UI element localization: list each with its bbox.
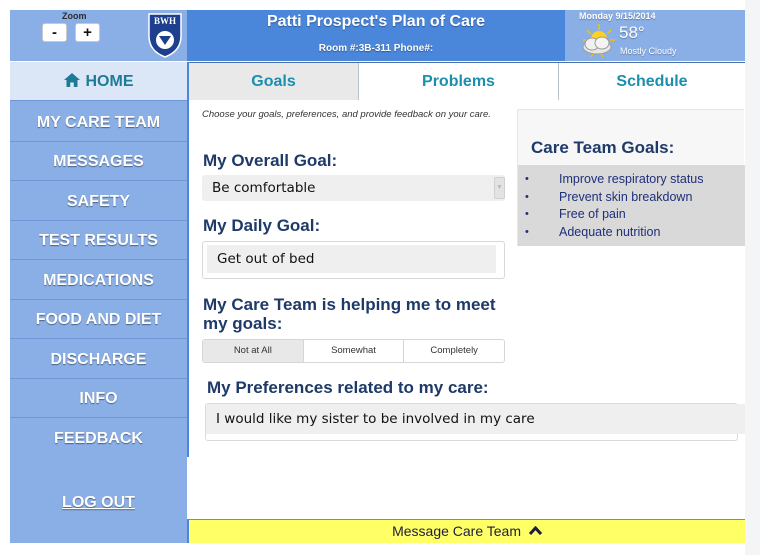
care-team-goals-list: • Improve respiratory status • Prevent ski… — [518, 165, 745, 246]
overall-goal-value: Be comfortable — [212, 180, 316, 196]
content-tabs: Goals Problems Schedule — [189, 62, 745, 100]
care-team-helping-rating: Not at All Somewhat Completely — [202, 339, 505, 363]
sidebar-item-label: MESSAGES — [53, 153, 144, 170]
partly-cloudy-icon — [582, 24, 615, 58]
goal-text: Prevent skin breakdown — [559, 189, 693, 204]
page-title: Patti Prospect's Plan of Care — [266, 13, 486, 30]
sidebar-item-food-and-diet[interactable]: FOOD AND DIET — [10, 300, 187, 339]
daily-goal-value: Get out of bed — [207, 245, 496, 273]
sidebar-item-discharge[interactable]: DISCHARGE — [10, 340, 187, 379]
list-item: • Prevent skin breakdown — [518, 189, 745, 207]
tab-goals[interactable]: Goals — [189, 63, 359, 100]
rating-somewhat-button[interactable]: Somewhat — [304, 340, 405, 362]
bwh-logo-icon: BWH — [148, 13, 182, 58]
list-item: • Free of pain — [518, 206, 745, 224]
sidebar-item-label: FOOD AND DIET — [35, 311, 162, 328]
care-team-goals-panel: Care Team Goals: • Improve respiratory st… — [517, 109, 745, 246]
home-icon — [63, 73, 80, 87]
sidebar-divider — [187, 62, 189, 457]
header-title-area: Patti Prospect's Plan of Care Room #:3B-… — [187, 10, 565, 61]
sidebar-item-label: DISCHARGE — [50, 351, 147, 368]
list-item: • Improve respiratory status — [518, 171, 745, 189]
weather-date: Monday 9/15/2014 — [579, 11, 656, 21]
sidebar-item-label: INFO — [79, 390, 118, 407]
bullet-icon: • — [525, 208, 529, 220]
goal-text: Free of pain — [559, 207, 626, 221]
sidebar-item-label: SAFETY — [66, 193, 131, 210]
care-team-goals-title: Care Team Goals: — [531, 138, 675, 157]
zoom-label: Zoom — [62, 11, 87, 21]
sidebar-item-label: HOME — [85, 73, 134, 90]
sidebar-item-info[interactable]: INFO — [10, 379, 187, 418]
tab-problems[interactable]: Problems — [359, 63, 559, 100]
header-left: Zoom - + BWH — [10, 10, 187, 61]
sidebar-item-my-care-team[interactable]: MY CARE TEAM — [10, 103, 187, 142]
page-gutter — [745, 0, 760, 555]
sidebar-item-home[interactable]: HOME — [10, 62, 187, 101]
sidebar-item-label: TEST RESULTS — [39, 232, 158, 249]
weather-condition: Mostly Cloudy — [620, 46, 677, 56]
daily-goal-input[interactable]: Get out of bed — [202, 241, 505, 279]
zoom-out-button[interactable]: - — [42, 23, 67, 42]
weather-widget: Monday 9/15/2014 58° Mostly Cloudy — [565, 10, 745, 61]
sidebar-nav: HOME MY CARE TEAM MESSAGES SAFETY TEST R… — [10, 62, 187, 543]
list-item: • Adequate nutrition — [518, 224, 745, 242]
message-care-team-button[interactable]: Message Care Team — [187, 519, 745, 543]
zoom-in-button[interactable]: + — [75, 23, 100, 42]
message-care-team-label: Message Care Team — [392, 523, 522, 539]
bullet-icon: • — [525, 190, 529, 203]
sidebar-item-safety[interactable]: SAFETY — [10, 182, 187, 221]
sidebar-item-test-results[interactable]: TEST RESULTS — [10, 221, 187, 260]
tab-schedule[interactable]: Schedule — [559, 63, 745, 100]
sidebar-item-label: MEDICATIONS — [43, 272, 154, 289]
chevron-up-icon — [528, 526, 542, 535]
goal-text: Adequate nutrition — [559, 224, 661, 239]
preferences-heading: My Preferences related to my care: — [207, 378, 489, 397]
logo-text: BWH — [154, 16, 176, 26]
preferences-value: I would like my sister to be involved in… — [206, 404, 745, 434]
sidebar-item-feedback[interactable]: FEEDBACK — [10, 419, 187, 458]
bullet-icon: • — [525, 173, 529, 185]
room-phone-info: Room #:3B-311 Phone#: — [318, 43, 434, 54]
sidebar-item-messages[interactable]: MESSAGES — [10, 142, 187, 181]
logout-link[interactable]: LOG OUT — [10, 494, 187, 512]
care-team-helping-heading: My Care Team is helping me to meet my go… — [203, 295, 496, 333]
sidebar-item-label: MY CARE TEAM — [36, 114, 161, 131]
bullet-icon: • — [525, 225, 529, 238]
overall-goal-heading: My Overall Goal: — [203, 151, 338, 170]
sidebar-item-medications[interactable]: MEDICATIONS — [10, 261, 187, 300]
chevron-down-icon: ▼ — [494, 177, 505, 199]
rating-completely-button[interactable]: Completely — [404, 340, 504, 362]
sidebar-item-label: FEEDBACK — [54, 430, 143, 447]
weather-temperature: 58° — [619, 23, 645, 42]
goal-text: Improve respiratory status — [559, 172, 704, 186]
overall-goal-select[interactable]: Be comfortable ▼ — [202, 175, 505, 201]
daily-goal-heading: My Daily Goal: — [203, 216, 321, 235]
goals-intro-text: Choose your goals, preferences, and prov… — [202, 109, 491, 120]
rating-not-at-all-button[interactable]: Not at All — [203, 340, 304, 362]
preferences-input[interactable]: I would like my sister to be involved in… — [205, 403, 745, 441]
